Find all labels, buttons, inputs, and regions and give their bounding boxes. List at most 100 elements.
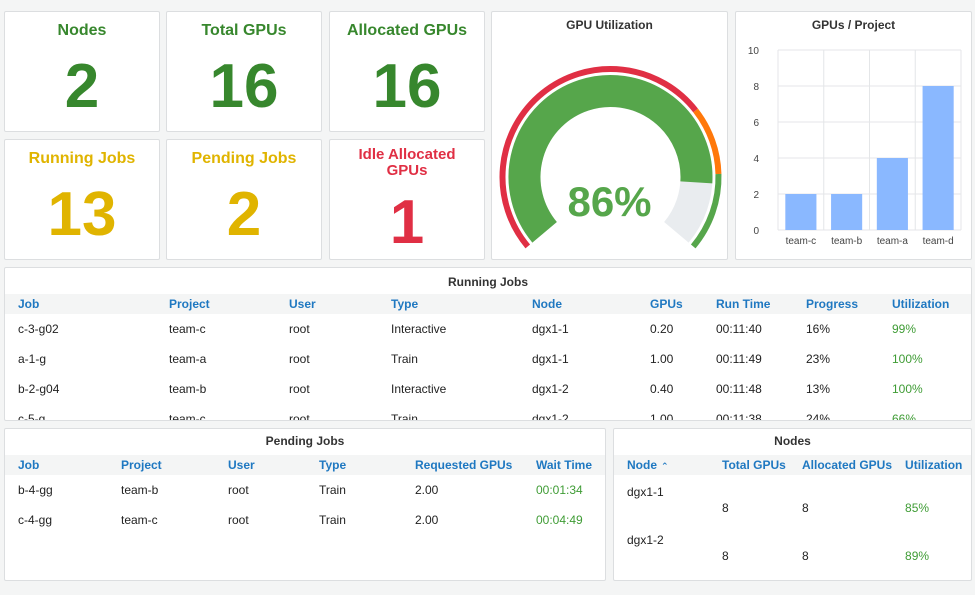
table-cell: root: [228, 483, 249, 497]
column-header[interactable]: Node ⌃: [614, 455, 709, 475]
table-row[interactable]: c-5-g team-c root Train dgx1-2 1.00 00:11:38 24…: [5, 404, 971, 420]
y-tick-label: 8: [753, 82, 759, 93]
stat-value: 2: [64, 52, 100, 121]
column-header[interactable]: User: [276, 294, 378, 314]
panel-title: Pending Jobs: [265, 434, 345, 448]
stat-panel-running-jobs[interactable]: Running Jobs 13: [4, 139, 160, 260]
table-cell: dgx1-1: [532, 322, 569, 336]
x-tick-label: team-a: [877, 236, 909, 247]
table-row[interactable]: dgx1-1 8 8 85%: [614, 475, 971, 523]
column-header-label: Node: [627, 458, 657, 472]
table-cell: Train: [319, 483, 346, 497]
panel-title: Running Jobs: [448, 275, 528, 289]
table-cell: 0.40: [650, 382, 674, 396]
stat-panel-nodes[interactable]: Nodes 2: [4, 11, 160, 132]
column-header-label: Project: [169, 297, 210, 311]
table-cell: dgx1-2: [532, 412, 569, 420]
table-cell: a-1-g: [18, 352, 47, 366]
column-header-label: User: [228, 458, 255, 472]
stat-title: Idle Allocated GPUs: [330, 147, 484, 179]
table-row[interactable]: c-4-gg team-c root Train 2.00 00:04:49: [5, 505, 605, 535]
y-tick-label: 10: [748, 46, 760, 57]
table-header-row: Job Project User Type Requested GPUs Wait Tim…: [5, 455, 605, 475]
running-jobs-table: Job Project User Type Node GPUs Run Time Progre…: [5, 294, 971, 420]
column-header[interactable]: User: [215, 455, 306, 475]
table-cell: 8: [802, 501, 809, 515]
bar-chart: 0 2 4 6 8 10 team-c team-b team-a team-d: [748, 46, 962, 247]
x-tick-label: team-b: [831, 236, 863, 247]
column-header[interactable]: Utilization: [892, 455, 971, 475]
column-header[interactable]: Wait Time: [523, 455, 605, 475]
table-cell: 8: [802, 549, 809, 563]
column-header[interactable]: Job: [5, 294, 156, 314]
table-cell: 13%: [806, 382, 831, 396]
column-header-label: Type: [391, 297, 419, 311]
y-tick-label: 6: [753, 118, 759, 129]
column-header[interactable]: Utilization: [879, 294, 971, 314]
bar: [785, 194, 817, 230]
table-header-row: Job Project User Type Node GPUs Run Time Progre…: [5, 294, 971, 314]
column-header[interactable]: GPUs: [637, 294, 703, 314]
bar: [831, 194, 863, 230]
table-cell: 1.00: [650, 412, 674, 420]
sort-ascending-icon[interactable]: ⌃: [661, 461, 669, 471]
table-cell: 00:11:49: [716, 352, 762, 366]
table-cell: 2.00: [415, 513, 439, 527]
column-header[interactable]: Type: [378, 294, 519, 314]
table-panel-running-jobs[interactable]: Running Jobs Job Project User Type Node GPUs R…: [4, 267, 972, 421]
table-row[interactable]: dgx1-2 8 8 89%: [614, 523, 971, 571]
stat-value: 1: [389, 188, 425, 257]
chart-panel-gpus-per-project[interactable]: GPUs / Project 0 2 4 6 8 10 team-c team-b team-a…: [735, 11, 972, 260]
stat-panel-total-gpus[interactable]: Total GPUs 16: [166, 11, 322, 132]
table-row[interactable]: c-3-g02 team-c root Interactive dgx1-1 0.20 00…: [5, 314, 971, 344]
table-row[interactable]: b-2-g04 team-b root Interactive dgx1-2 0.40 00…: [5, 374, 971, 404]
column-header-label: Type: [319, 458, 347, 472]
table-cell: Train: [319, 513, 346, 527]
stat-value: 2: [226, 180, 262, 249]
column-header[interactable]: Run Time: [703, 294, 793, 314]
table-cell: team-c: [169, 412, 206, 420]
column-header[interactable]: Allocated GPUs: [789, 455, 893, 475]
stat-panel-pending-jobs[interactable]: Pending Jobs 2: [166, 139, 322, 260]
table-row[interactable]: a-1-g team-a root Train dgx1-1 1.00 00:11:49 23…: [5, 344, 971, 374]
column-header[interactable]: Project: [156, 294, 276, 314]
table-cell: dgx1-2: [627, 533, 664, 547]
stat-value: 16: [372, 52, 442, 121]
column-header[interactable]: Requested GPUs: [402, 455, 523, 475]
table-cell: 24%: [806, 412, 831, 420]
table-cell: 1.00: [650, 352, 674, 366]
column-header[interactable]: Node: [519, 294, 637, 314]
stat-title: Total GPUs: [201, 22, 287, 39]
table-cell: root: [289, 382, 310, 396]
table-cell: 00:01:34: [536, 483, 583, 497]
table-cell: team-c: [169, 322, 206, 336]
x-tick-label: team-d: [923, 236, 954, 247]
table-cell: team-a: [169, 352, 207, 366]
table-panel-pending-jobs[interactable]: Pending Jobs Job Project User Type Requested…: [4, 428, 606, 581]
column-header-label: Job: [18, 297, 40, 311]
column-header-label: Node: [532, 297, 562, 311]
column-header-label: Requested GPUs: [415, 458, 513, 472]
stat-value: 13: [47, 180, 117, 249]
stat-title: Allocated GPUs: [346, 22, 468, 39]
x-tick-label: team-c: [786, 236, 817, 247]
table-cell: c-5-g: [18, 412, 46, 420]
column-header[interactable]: Total GPUs: [709, 455, 789, 475]
gauge-panel-gpu-utilization[interactable]: GPU Utilization 86%: [491, 11, 728, 260]
column-header-label: Job: [18, 458, 40, 472]
table-cell: team-c: [121, 513, 158, 527]
stat-title: Nodes: [57, 22, 107, 39]
bar: [876, 158, 908, 230]
column-header-label: Utilization: [905, 458, 963, 472]
stat-panel-allocated-gpus[interactable]: Allocated GPUs 16: [329, 11, 485, 132]
table-row[interactable]: b-4-gg team-b root Train 2.00 00:01:34: [5, 475, 605, 505]
column-header[interactable]: Job: [5, 455, 108, 475]
stat-title: Pending Jobs: [191, 150, 297, 167]
nodes-table: Node ⌃ Total GPUs Allocated GPUs Utilization…: [614, 455, 971, 571]
column-header[interactable]: Project: [108, 455, 215, 475]
column-header[interactable]: Progress: [793, 294, 879, 314]
table-panel-nodes[interactable]: Nodes Node ⌃ Total GPUs Allocated GPUs Utili…: [613, 428, 972, 581]
table-cell: 23%: [806, 352, 831, 366]
stat-panel-idle-allocated-gpus[interactable]: Idle Allocated GPUs 1: [329, 139, 485, 260]
column-header[interactable]: Type: [306, 455, 402, 475]
